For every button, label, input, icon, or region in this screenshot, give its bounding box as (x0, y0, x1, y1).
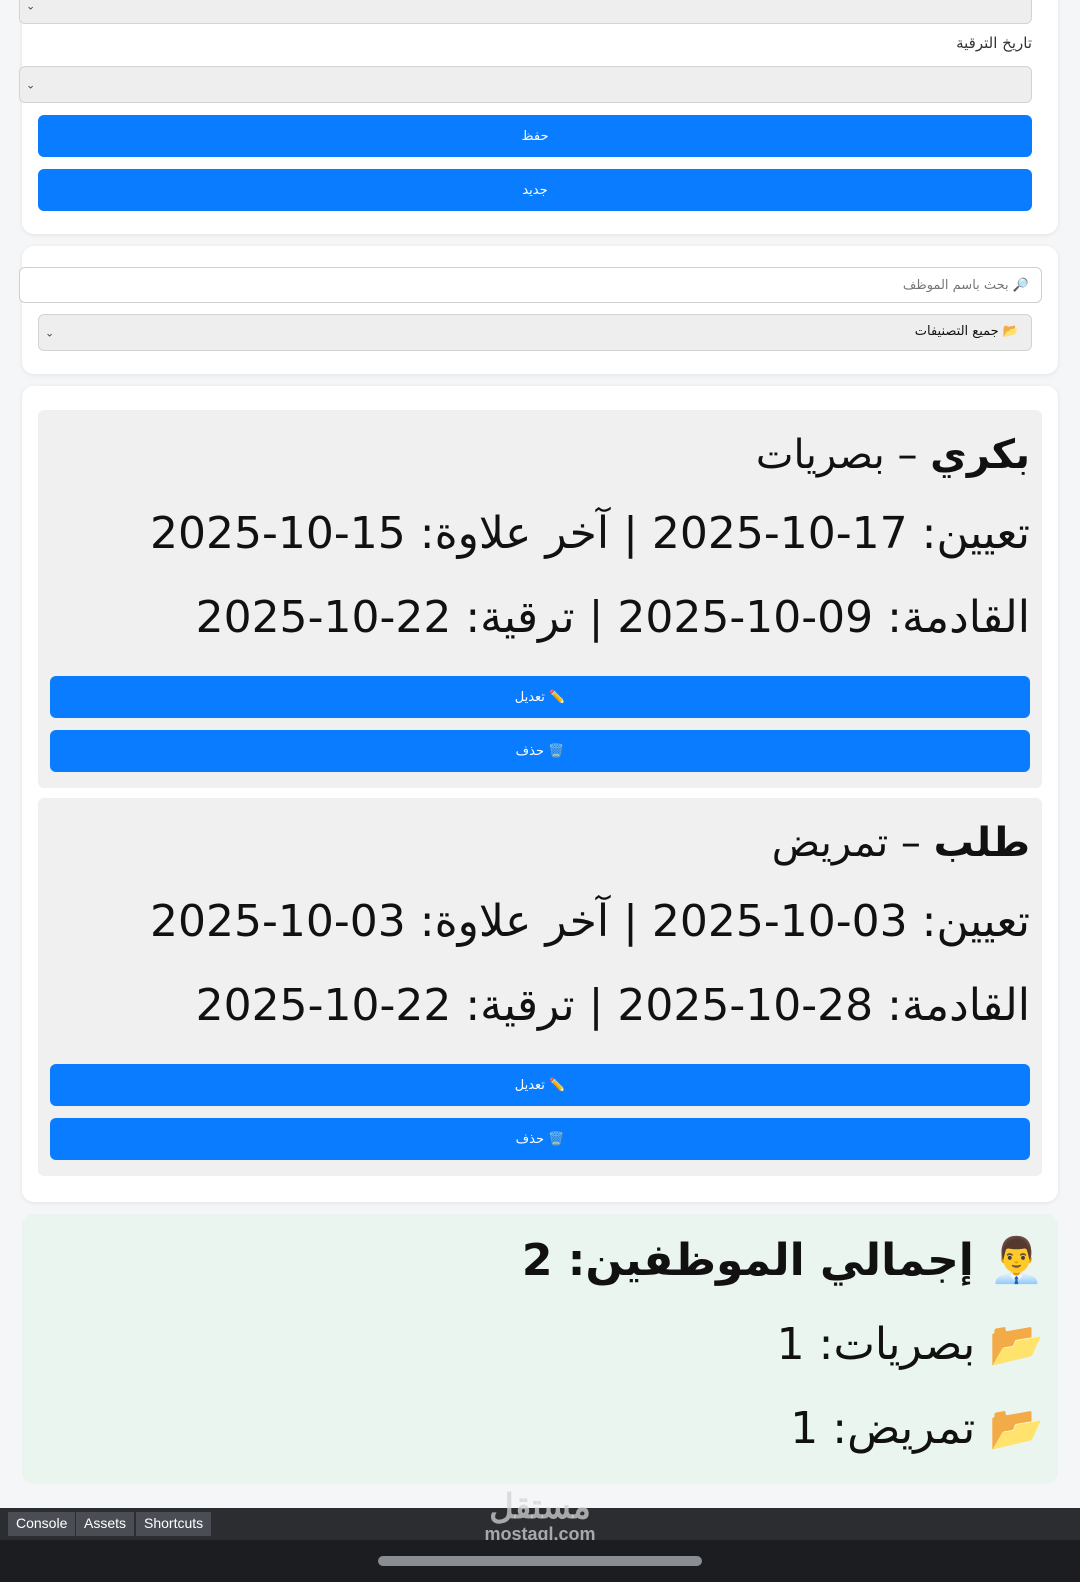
employee-name: طلب (933, 820, 1030, 866)
new-button[interactable]: جديد (38, 169, 1032, 211)
previous-select[interactable]: ⌄ (19, 0, 1032, 24)
edit-button[interactable]: ✏️ تعديل (50, 1064, 1030, 1106)
employee-card: طلب – تمريض تعيين: 03-10-2025 | آخر علاو… (38, 798, 1042, 1176)
watermark-arabic: مستقل (489, 1488, 591, 1526)
total-employees: 👨‍💼 إجمالي الموظفين: 2 (521, 1235, 1044, 1286)
console-tab[interactable]: Console (8, 1512, 76, 1536)
filter-card (22, 246, 1058, 374)
employee-title: بكري – بصريات (756, 432, 1030, 478)
employee-dates-line-2: القادمة: 09-10-2025 | ترقية: 22-10-2025 (195, 592, 1030, 643)
chevron-down-icon: ⌄ (26, 0, 36, 13)
category-count-optics: 📂 بصريات: 1 (776, 1319, 1044, 1370)
summary-panel: 👨‍💼 إجمالي الموظفين: 2 📂 بصريات: 1 📂 تمر… (22, 1214, 1058, 1484)
delete-button[interactable]: 🗑️ حذف (50, 1118, 1030, 1160)
employee-dates-line-1: تعيين: 03-10-2025 | آخر علاوة: 03-10-202… (150, 896, 1030, 947)
shortcuts-tab[interactable]: Shortcuts (136, 1512, 212, 1536)
employee-dates-line-1: تعيين: 17-10-2025 | آخر علاوة: 15-10-202… (150, 508, 1030, 559)
save-button[interactable]: حفظ (38, 115, 1032, 157)
system-nav-bar (0, 1540, 1080, 1582)
watermark: مستقل mostaql.com (470, 1490, 610, 1544)
title-dash: – (884, 432, 931, 478)
promotion-date-select[interactable]: ⌄ (19, 66, 1032, 103)
assets-tab[interactable]: Assets (76, 1512, 135, 1536)
employee-dates-line-2: القادمة: 28-10-2025 | ترقية: 22-10-2025 (195, 980, 1030, 1031)
employee-name: بكري (930, 432, 1030, 478)
chevron-down-icon: ⌄ (45, 326, 55, 339)
edit-button[interactable]: ✏️ تعديل (50, 676, 1030, 718)
category-filter-value: 📂 جميع التصنيفات (914, 324, 1019, 339)
promotion-date-label: تاريخ الترقية (956, 34, 1032, 52)
search-input[interactable]: 🔎 بحث باسم الموظف (19, 267, 1042, 303)
title-dash: – (888, 820, 934, 866)
chevron-down-icon: ⌄ (26, 78, 36, 91)
delete-button[interactable]: 🗑️ حذف (50, 730, 1030, 772)
employee-card: بكري – بصريات تعيين: 17-10-2025 | آخر عل… (38, 410, 1042, 788)
employee-category: بصريات (755, 432, 885, 478)
home-handle[interactable] (378, 1556, 702, 1566)
employee-category: تمريض (771, 820, 889, 866)
category-count-nursing: 📂 تمريض: 1 (790, 1403, 1044, 1454)
category-filter-select[interactable]: ⌄ 📂 جميع التصنيفات (38, 314, 1032, 351)
employee-title: طلب – تمريض (772, 820, 1030, 866)
